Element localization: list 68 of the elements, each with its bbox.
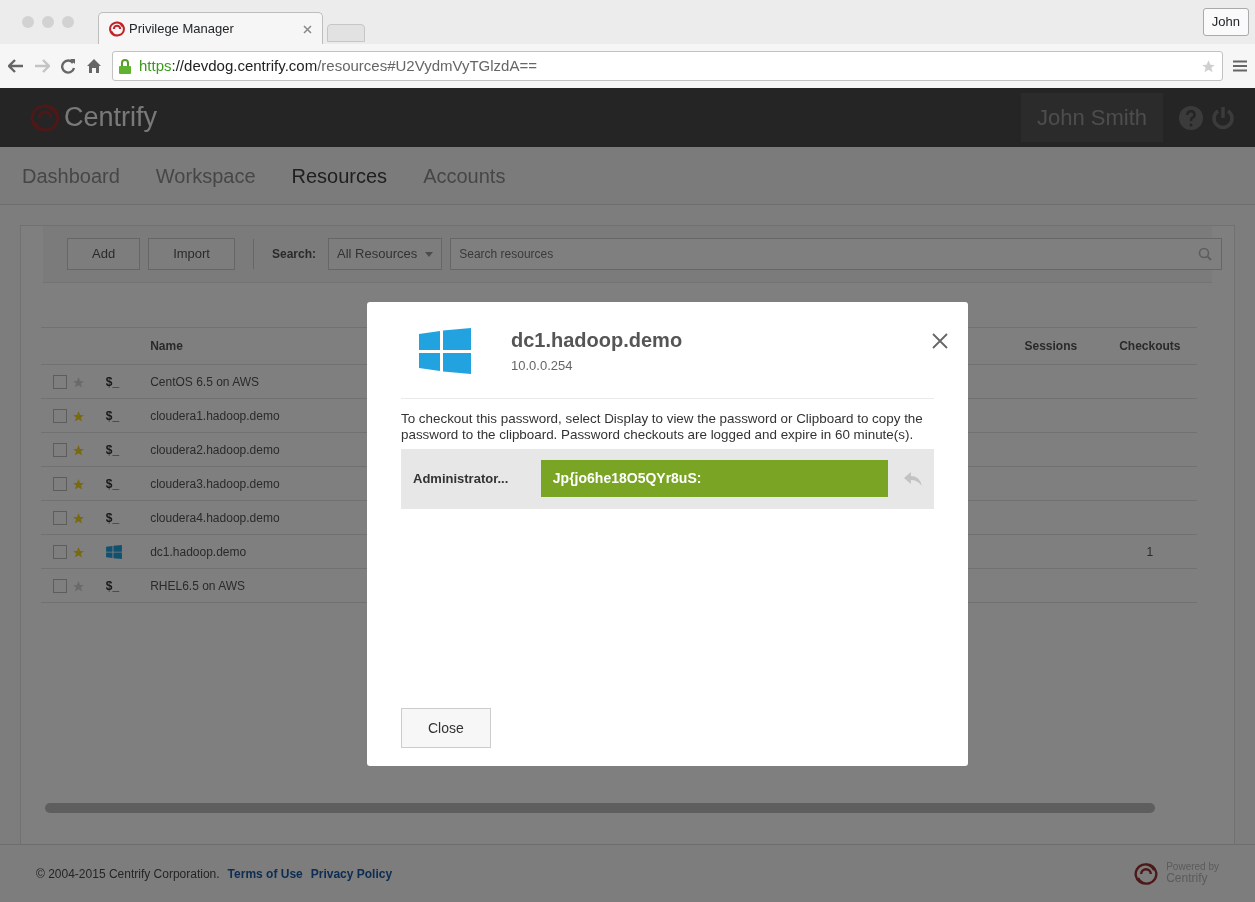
caret-icon <box>425 251 434 257</box>
terminal-glyph: $_ <box>105 374 120 389</box>
footer-link[interactable]: Privacy Policy <box>310 864 393 883</box>
checkbox[interactable] <box>53 578 67 593</box>
logo-text: Centrify <box>64 101 158 135</box>
forward-icon[interactable] <box>34 59 50 73</box>
bookmark-star-icon[interactable] <box>1201 58 1216 74</box>
close-button[interactable]: Close <box>401 708 491 748</box>
browser-tab[interactable]: Privilege Manager <box>98 12 323 44</box>
address-bar[interactable]: https://devdog.centrify.com/resources#U2VydmVyTGlzdA== <box>112 51 1223 81</box>
reload-icon[interactable] <box>60 58 76 74</box>
back-icon[interactable] <box>8 59 24 73</box>
checkbox[interactable] <box>53 476 67 491</box>
scope-dropdown[interactable]: All Resources <box>328 238 443 270</box>
checkbox[interactable] <box>53 374 67 389</box>
logo-icon <box>1134 861 1159 886</box>
window-button-icon[interactable] <box>62 16 74 28</box>
table-cell: 1 <box>1146 544 1154 559</box>
terminal-glyph: $_ <box>105 442 120 457</box>
reply-arrow-icon[interactable] <box>904 471 922 486</box>
star-icon[interactable] <box>71 477 85 491</box>
checkbox[interactable] <box>53 510 67 525</box>
window-button-icon[interactable] <box>22 16 34 28</box>
new-tab-button[interactable] <box>327 24 365 42</box>
terminal-glyph: $_ <box>105 476 120 491</box>
table-cell: cloudera3.hadoop.demo <box>150 476 280 491</box>
star-icon[interactable] <box>71 409 85 423</box>
table-cell: cloudera4.hadoop.demo <box>150 510 280 525</box>
column-header[interactable]: Sessions <box>1024 339 1078 353</box>
password-field: Jp{jo6he18O5QYr8uS: <box>540 460 889 498</box>
search-label: Search: <box>272 246 316 263</box>
scrollbar[interactable] <box>45 803 1155 813</box>
dialog-title: dc1.hadoop.demo <box>511 328 683 352</box>
checkbox[interactable] <box>53 408 67 423</box>
menu-icon[interactable] <box>1233 60 1247 72</box>
star-icon[interactable] <box>71 443 85 457</box>
table-cell: cloudera1.hadoop.demo <box>150 408 280 423</box>
table-cell: dc1.hadoop.demo <box>150 544 247 559</box>
url-text: https://devdog.centrify.com/resources#U2VydmVyTGlzdA== <box>139 55 537 76</box>
account-name: Administrator... <box>413 469 510 488</box>
column-header[interactable]: Name <box>150 339 183 353</box>
logo-icon <box>30 102 60 133</box>
star-icon[interactable] <box>71 545 85 559</box>
window-button-icon[interactable] <box>42 16 54 28</box>
lock-icon <box>119 58 131 74</box>
toolbar-button[interactable]: Add <box>67 238 141 270</box>
star-icon[interactable] <box>71 511 85 525</box>
terminal-glyph: $_ <box>105 510 120 525</box>
table-cell: RHEL6.5 on AWS <box>150 578 246 593</box>
instructions-text: To checkout this password, select Display to view the password or Clipboard to copy the password to the clipboard. Password checkouts are logged and expire in 60 minute(s). <box>401 410 924 443</box>
table-cell: cloudera2.hadoop.demo <box>150 442 280 457</box>
checkbox[interactable] <box>53 442 67 457</box>
windows-logo-icon <box>419 328 471 374</box>
profile-button[interactable]: John <box>1202 8 1249 36</box>
search-field[interactable]: Search resources <box>450 238 1222 270</box>
terminal-glyph: $_ <box>105 578 120 593</box>
nav-tab[interactable]: Resources <box>291 160 388 191</box>
terminal-glyph: $_ <box>105 408 120 423</box>
column-header[interactable]: Checkouts <box>1119 339 1181 353</box>
address-text: 10.0.0.254 <box>511 357 574 375</box>
footer-link[interactable]: Terms of Use <box>227 864 303 883</box>
checkbox[interactable] <box>53 544 67 559</box>
windows-logo-icon <box>105 545 122 560</box>
copyright-text: © 2004-2015 Centrify Corporation. <box>36 865 220 883</box>
logo-icon <box>109 20 125 37</box>
home-icon[interactable] <box>86 58 102 74</box>
toolbar-button[interactable]: Import <box>148 238 235 270</box>
table-cell: CentOS 6.5 on AWS <box>150 374 260 389</box>
